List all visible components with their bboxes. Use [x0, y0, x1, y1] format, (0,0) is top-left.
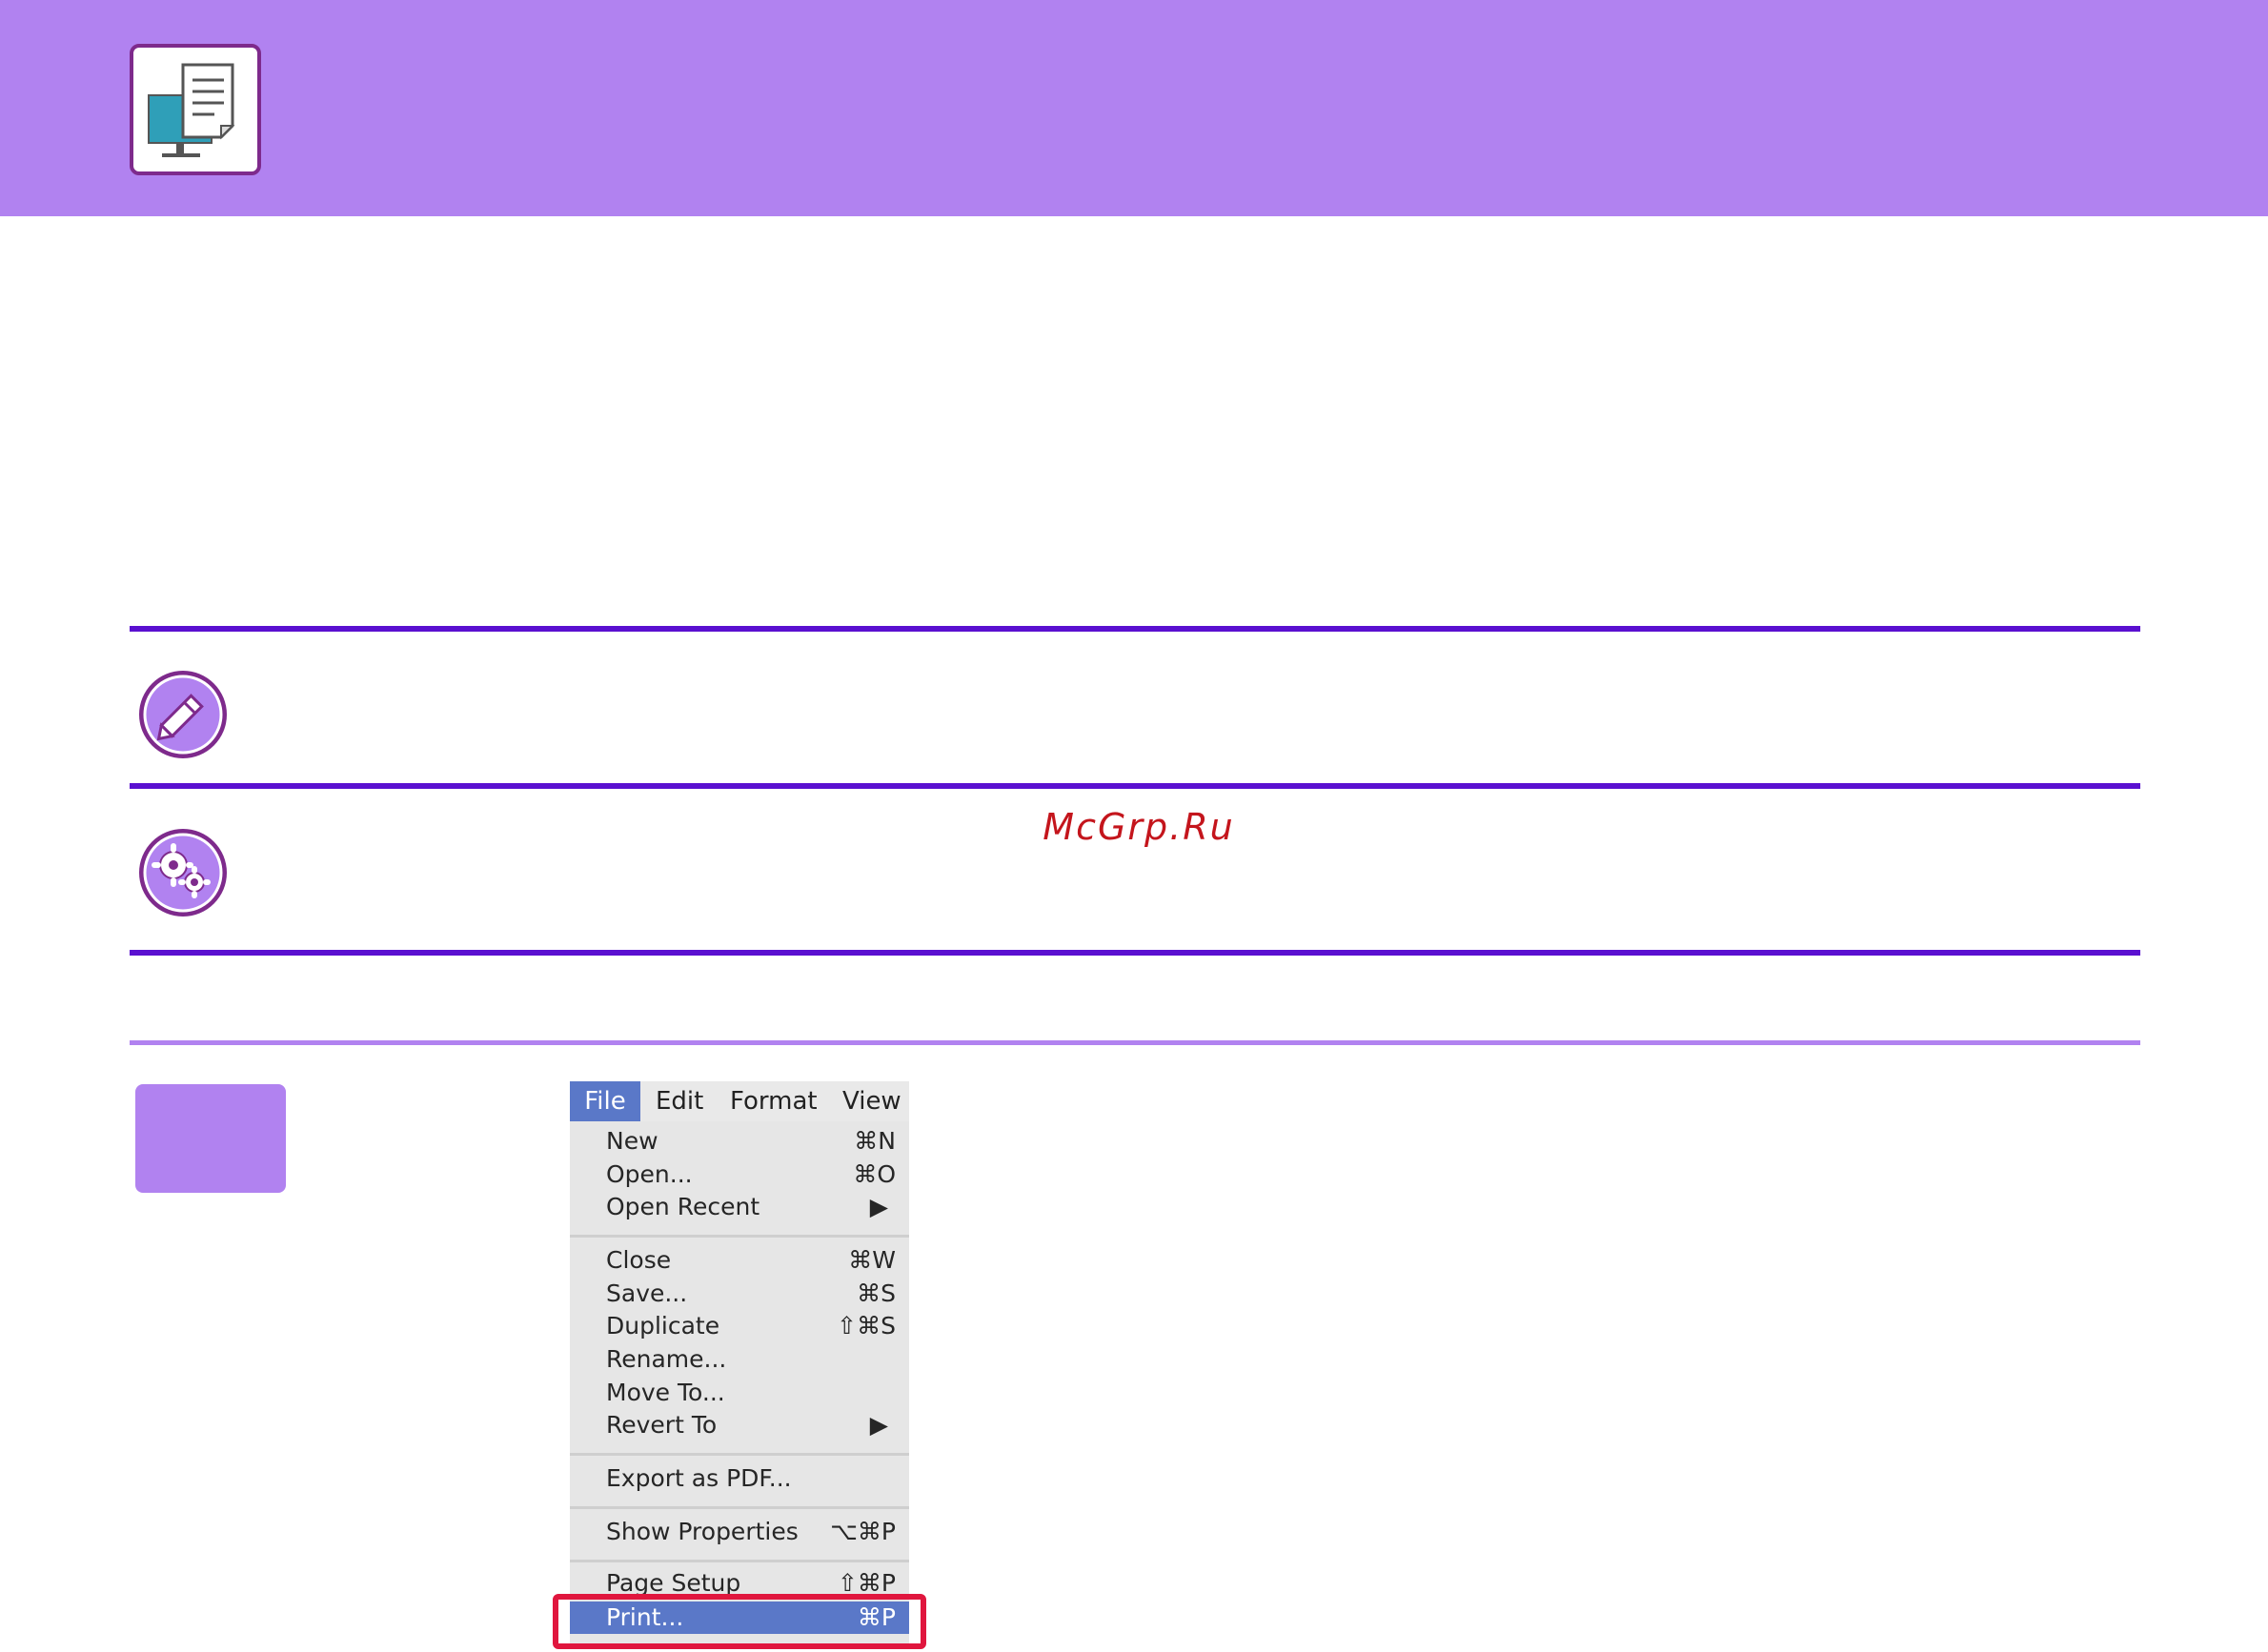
menu-separator: [570, 1235, 909, 1238]
file-menu-screenshot: File Edit Format View New ⌘N Open... ⌘O …: [570, 1081, 909, 1643]
menu-item-move-to[interactable]: Move To...: [570, 1377, 909, 1409]
menu-item-shortcut: ⌘N: [854, 1127, 896, 1155]
menu-item-label: Duplicate: [606, 1312, 720, 1340]
menu-item-shortcut: ⌘O: [853, 1160, 896, 1188]
menu-item-revert-to[interactable]: Revert To ▶: [570, 1409, 909, 1441]
menu-item-shortcut: ⇧⌘S: [837, 1312, 896, 1340]
menubar-file[interactable]: File: [570, 1081, 640, 1121]
menu-item-export-pdf[interactable]: Export as PDF...: [570, 1462, 909, 1495]
menu-item-label: Save...: [606, 1279, 688, 1307]
divider-top: [130, 626, 2140, 632]
menu-item-label: New: [606, 1127, 658, 1155]
menu-item-label: Export as PDF...: [606, 1464, 792, 1492]
menu-item-new[interactable]: New ⌘N: [570, 1125, 909, 1158]
menu-item-close[interactable]: Close ⌘W: [570, 1244, 909, 1277]
menu-item-save[interactable]: Save... ⌘S: [570, 1278, 909, 1310]
header-bar: [0, 0, 2268, 216]
menu-separator: [570, 1560, 909, 1562]
menubar-format[interactable]: Format: [730, 1081, 818, 1121]
menu-item-shortcut: ⌘W: [848, 1246, 896, 1274]
step-number-box: [135, 1084, 286, 1193]
menu-item-shortcut: ⌥⌘P: [830, 1518, 896, 1545]
menu-item-duplicate[interactable]: Duplicate ⇧⌘S: [570, 1310, 909, 1342]
menu-item-open-recent[interactable]: Open Recent ▶: [570, 1191, 909, 1223]
menu-item-rename[interactable]: Rename...: [570, 1343, 909, 1376]
pencil-icon: [137, 669, 229, 760]
menu-item-open[interactable]: Open... ⌘O: [570, 1158, 909, 1191]
divider-step: [130, 1040, 2140, 1045]
menu-item-label: Close: [606, 1246, 672, 1274]
print-highlight-frame: [553, 1594, 926, 1649]
watermark-text: McGrp.Ru: [1043, 806, 1235, 848]
menu-item-label: Revert To: [606, 1411, 718, 1439]
menu-item-label: Open Recent: [606, 1193, 760, 1220]
divider-middle: [130, 783, 2140, 789]
menu-item-label: Rename...: [606, 1345, 727, 1373]
menu-item-label: Open...: [606, 1160, 693, 1188]
gears-icon: [137, 827, 229, 918]
menu-item-label: Show Properties: [606, 1518, 799, 1545]
submenu-arrow-icon: ▶: [869, 1411, 888, 1439]
menubar-edit[interactable]: Edit: [656, 1081, 703, 1121]
menubar: File Edit Format View: [570, 1081, 909, 1121]
menu-item-shortcut: ⌘S: [857, 1279, 896, 1307]
printer-computer-icon: [130, 44, 261, 175]
divider-bottom: [130, 950, 2140, 956]
menu-separator: [570, 1453, 909, 1456]
submenu-arrow-icon: ▶: [869, 1193, 888, 1220]
menu-item-label: Move To...: [606, 1379, 725, 1406]
menu-separator: [570, 1506, 909, 1509]
menubar-view[interactable]: View: [842, 1081, 901, 1121]
menu-item-show-properties[interactable]: Show Properties ⌥⌘P: [570, 1516, 909, 1548]
